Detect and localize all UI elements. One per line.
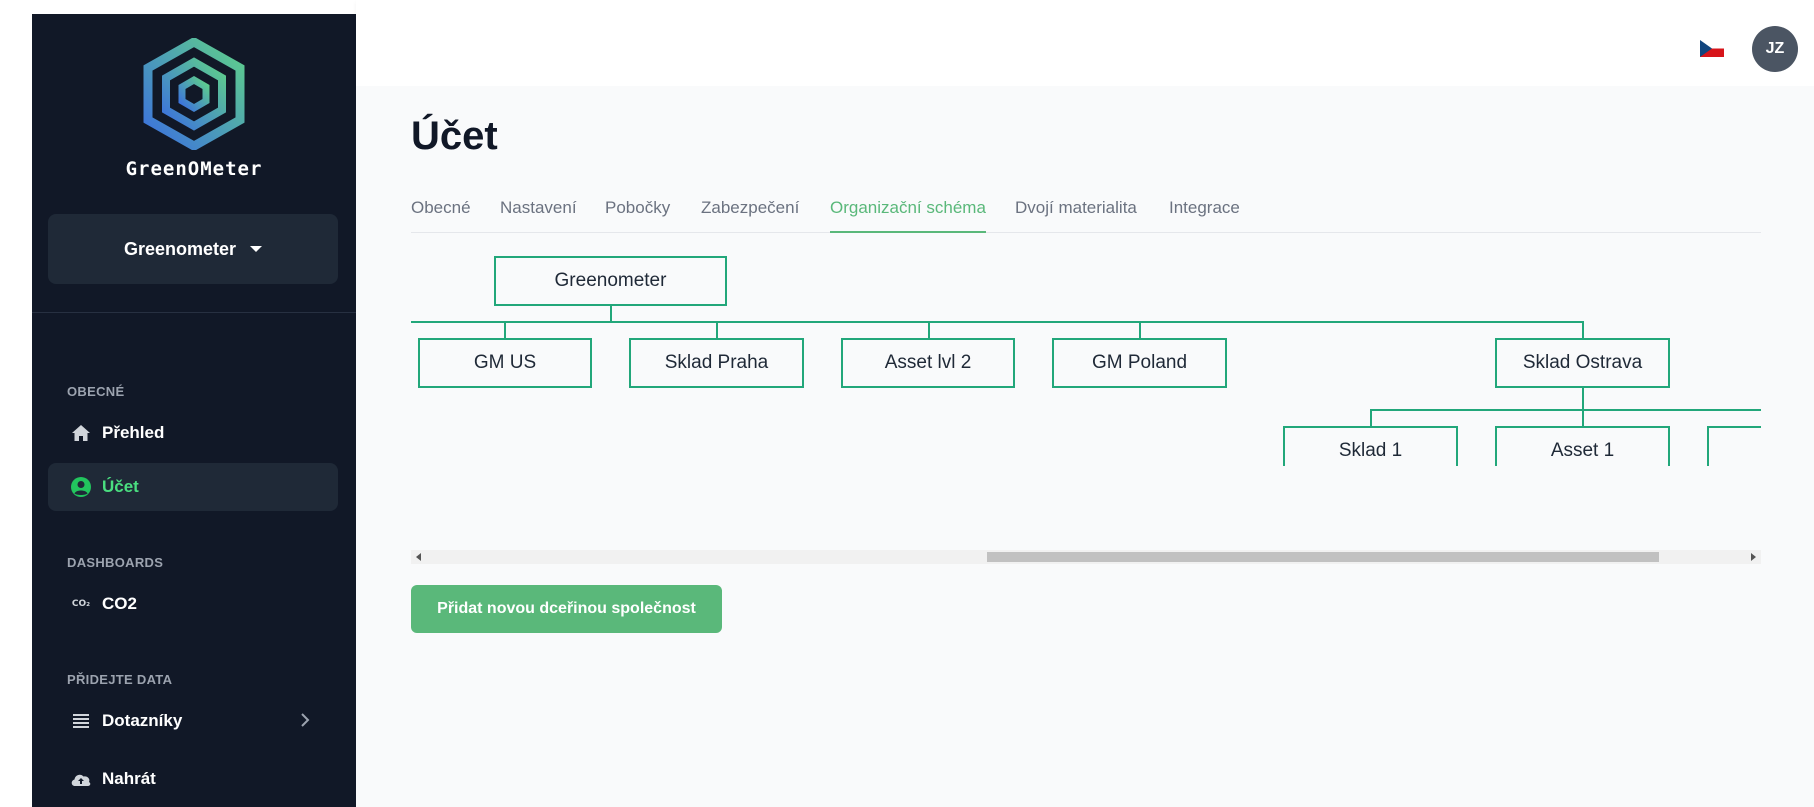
sidebar-item-label: Dotazníky — [102, 711, 183, 730]
connector-line — [928, 321, 930, 339]
sidebar-item-label: Přehled — [102, 423, 165, 442]
connector-line — [610, 304, 612, 322]
connector-line — [716, 321, 718, 339]
tab-settings[interactable]: Nastavení — [500, 198, 577, 231]
org-node[interactable]: Sklad Ostrava — [1495, 338, 1670, 388]
connector-line — [1582, 387, 1584, 411]
page-title: Účet — [411, 114, 498, 158]
tab-double-materiality[interactable]: Dvojí materialita — [1015, 198, 1137, 231]
tab-branches[interactable]: Pobočky — [605, 198, 670, 231]
scrollbar-thumb[interactable] — [987, 552, 1659, 562]
sidebar-item-overview[interactable]: Přehled — [48, 409, 338, 457]
org-node[interactable]: GM Poland — [1052, 338, 1227, 388]
brand-logo[interactable]: GreenOMeter — [32, 38, 356, 180]
home-icon — [70, 422, 92, 444]
org-node[interactable]: Asset 1 — [1495, 426, 1670, 466]
co2-icon-text: CO₂ — [71, 599, 91, 609]
connector-line — [1370, 409, 1761, 411]
sidebar-item-label: Účet — [102, 477, 139, 496]
top-bar — [356, 0, 1814, 86]
connector-line — [1582, 321, 1584, 339]
org-node[interactable] — [1707, 426, 1761, 466]
org-chart-horizontal-scrollbar[interactable] — [411, 550, 1761, 564]
connector-line — [504, 321, 506, 339]
sidebar-item-questionnaires[interactable]: Dotazníky — [48, 697, 338, 745]
sidebar-item-account[interactable]: Účet — [48, 463, 338, 511]
caret-down-icon — [250, 246, 263, 252]
sidebar-item-upload[interactable]: Nahrát — [48, 755, 338, 803]
org-node[interactable]: Sklad Praha — [629, 338, 804, 388]
list-icon — [70, 710, 92, 732]
connector-line — [1582, 409, 1584, 427]
scroll-right-arrow-icon[interactable] — [1751, 553, 1756, 561]
sidebar-item-label: Nahrát — [102, 769, 156, 788]
org-node[interactable]: Sklad 1 — [1283, 426, 1458, 466]
tab-org-chart[interactable]: Organizační schéma — [830, 198, 986, 233]
sidebar-divider — [32, 312, 356, 313]
organization-name: Greenometer — [123, 238, 237, 259]
section-title-add-data: PŘIDEJTE DATA — [67, 672, 173, 687]
sidebar: GreenOMeter Greenometer OBECNÉ Přehled Ú… — [32, 14, 356, 807]
section-title-general: OBECNÉ — [67, 384, 125, 399]
org-node-root[interactable]: Greenometer — [494, 256, 727, 306]
scroll-left-arrow-icon[interactable] — [416, 553, 421, 561]
sidebar-item-co2[interactable]: CO₂ CO2 — [48, 580, 338, 628]
cloud-upload-icon — [70, 768, 92, 790]
section-title-dashboards: DASHBOARDS — [67, 555, 164, 570]
main-content: Účet Obecné Nastavení Pobočky Zabezpečen… — [356, 86, 1814, 807]
chevron-right-icon — [300, 712, 310, 733]
sidebar-item-label: CO2 — [102, 594, 137, 613]
tab-general[interactable]: Obecné — [411, 198, 471, 231]
org-node[interactable]: GM US — [418, 338, 592, 388]
greenometer-logo-icon — [143, 38, 245, 150]
brand-name: GreenOMeter — [125, 158, 263, 180]
add-subsidiary-button[interactable]: Přidat novou dceřinou společnost — [411, 585, 722, 633]
organization-selector[interactable]: Greenometer — [48, 214, 338, 284]
connector-line — [411, 321, 1584, 323]
account-tabs: Obecné Nastavení Pobočky Zabezpečení Org… — [411, 190, 1761, 233]
user-avatar[interactable]: JZ — [1752, 26, 1798, 72]
tab-security[interactable]: Zabezpečení — [701, 198, 799, 231]
connector-line — [1370, 409, 1372, 427]
co2-icon: CO₂ — [70, 593, 92, 615]
czech-flag-icon[interactable] — [1700, 40, 1724, 57]
connector-line — [1139, 321, 1141, 339]
tab-integrations[interactable]: Integrace — [1169, 198, 1240, 231]
org-chart: Greenometer GM US Sklad Praha Asset lvl … — [411, 246, 1761, 466]
org-node[interactable]: Asset lvl 2 — [841, 338, 1015, 388]
user-circle-icon — [70, 476, 92, 498]
